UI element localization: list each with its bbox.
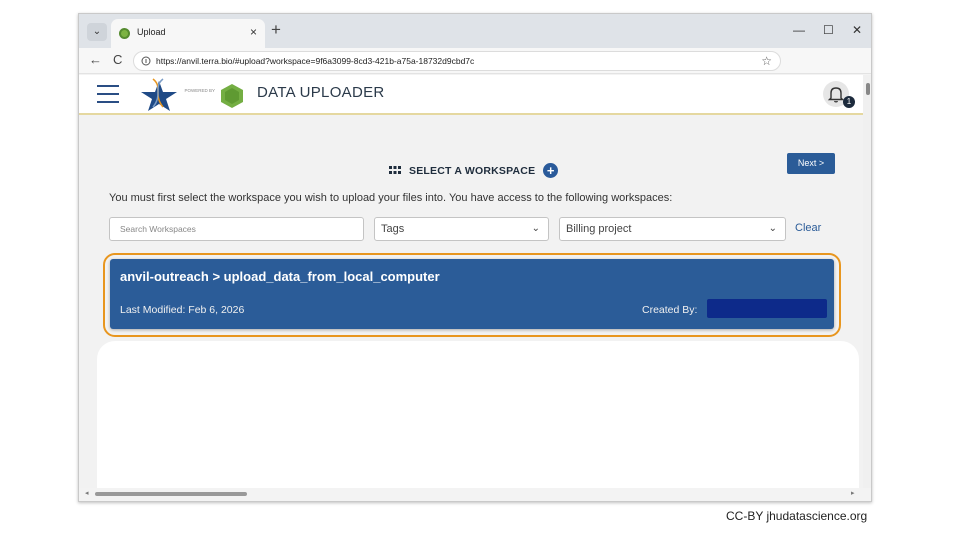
notification-count-badge: 1	[843, 96, 855, 108]
clear-filters-link[interactable]: Clear	[795, 222, 821, 234]
billing-project-dropdown[interactable]: Billing project ⌄	[559, 217, 786, 241]
app-title: DATA UPLOADER	[257, 84, 385, 101]
tab-close-icon[interactable]: ×	[250, 25, 257, 39]
new-tab-button[interactable]: +	[271, 20, 281, 40]
anvil-logo-icon	[141, 78, 177, 111]
site-info-icon[interactable]	[141, 56, 151, 66]
section-title: SELECT A WORKSPACE	[409, 164, 536, 177]
section-title-row: SELECT A WORKSPACE +	[389, 163, 559, 178]
vertical-scroll-thumb[interactable]	[866, 83, 870, 95]
search-workspaces-input[interactable]	[109, 217, 364, 241]
tab-search-dropdown[interactable]: ⌄	[87, 23, 107, 41]
next-button[interactable]: Next >	[787, 153, 835, 174]
redacted-creator-box	[707, 299, 827, 318]
workspace-name: anvil-outreach > upload_data_from_local_…	[120, 269, 440, 284]
maximize-button[interactable]: ☐	[823, 23, 834, 37]
workspace-card[interactable]: anvil-outreach > upload_data_from_local_…	[110, 259, 834, 329]
horizontal-scrollbar[interactable]: ◂ ▸	[79, 488, 871, 501]
billing-dropdown-label: Billing project	[566, 223, 632, 235]
close-window-button[interactable]: ✕	[852, 23, 862, 37]
url-field[interactable]: https://anvil.terra.bio/#upload?workspac…	[133, 51, 781, 71]
terra-logo-icon	[221, 84, 243, 108]
grid-icon	[389, 166, 401, 174]
back-arrow-icon[interactable]: ←	[89, 52, 102, 67]
workspace-selector: SELECT A WORKSPACE + Next > You must fir…	[97, 123, 859, 499]
bookmark-star-icon[interactable]: ☆	[761, 54, 772, 68]
chevron-down-icon: ⌄	[531, 223, 540, 234]
chevron-down-icon: ⌄	[768, 223, 777, 234]
minimize-button[interactable]: —	[793, 23, 805, 37]
address-bar-row: ← C https://anvil.terra.bio/#upload?work…	[79, 48, 871, 74]
tags-dropdown-label: Tags	[381, 223, 405, 235]
web-page: POWERED BY DATA UPLOADER 1 SELECT A WORK…	[79, 75, 871, 501]
browser-tab-upload[interactable]: Upload ×	[111, 19, 265, 48]
hamburger-menu-icon[interactable]	[97, 85, 119, 103]
terra-favicon-icon	[119, 28, 130, 39]
horizontal-scroll-thumb[interactable]	[95, 492, 247, 496]
url-text: https://anvil.terra.bio/#upload?workspac…	[156, 56, 475, 66]
scroll-left-icon[interactable]: ◂	[85, 489, 89, 497]
browser-window: ⌄ Upload × + — ☐ ✕ ← C https://anvil.ter…	[78, 13, 872, 502]
created-by-label: Created By:	[642, 304, 698, 316]
tab-title: Upload	[137, 27, 166, 37]
empty-results-panel	[97, 341, 859, 499]
slide: ⌄ Upload × + — ☐ ✕ ← C https://anvil.ter…	[0, 0, 960, 540]
last-modified-text: Last Modified: Feb 6, 2026	[120, 304, 245, 316]
license-credit: CC-BY jhudatascience.org	[726, 509, 868, 523]
instructions-text: You must first select the workspace you …	[109, 192, 673, 204]
reload-icon[interactable]: C	[113, 52, 122, 67]
add-workspace-plus-icon[interactable]: +	[543, 163, 559, 178]
vertical-scrollbar[interactable]	[863, 75, 871, 501]
powered-by-label: POWERED BY	[184, 88, 215, 93]
app-header: POWERED BY DATA UPLOADER 1	[79, 75, 863, 115]
tags-dropdown[interactable]: Tags ⌄	[374, 217, 549, 241]
tab-bar: ⌄ Upload × + — ☐ ✕	[79, 14, 871, 48]
scroll-right-icon[interactable]: ▸	[851, 489, 855, 497]
